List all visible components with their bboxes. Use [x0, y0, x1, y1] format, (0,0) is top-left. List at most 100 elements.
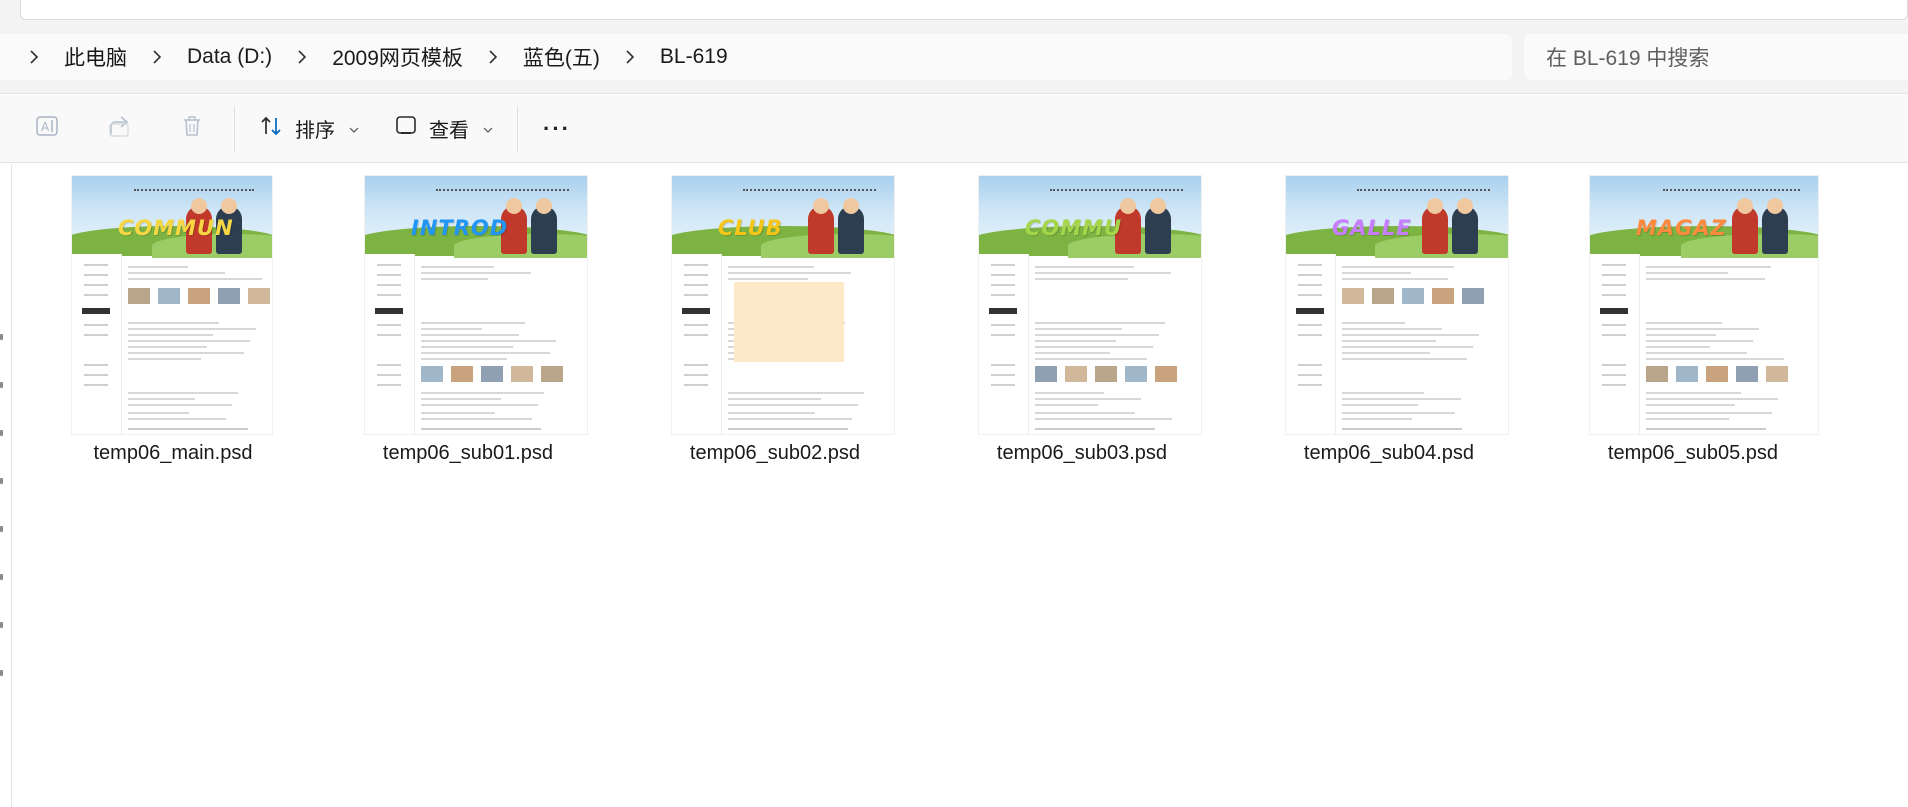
nav-expander-icon[interactable] [0, 478, 3, 484]
sort-label: 排序 [295, 120, 335, 142]
breadcrumb-item-this-pc[interactable]: 此电脑 [54, 42, 137, 72]
breadcrumb-item-current[interactable]: BL-619 [650, 45, 738, 69]
file-name-label: temp06_sub04.psd [1303, 442, 1475, 464]
active-tab-edge [20, 0, 1908, 20]
thumbnail-sidebar [672, 254, 722, 434]
thumbnail-people [1416, 198, 1486, 254]
command-bar: A 排序 查看 ··· [0, 95, 1908, 163]
breadcrumb-item-blue[interactable]: 蓝色(五) [513, 42, 610, 72]
share-icon [107, 114, 133, 143]
thumbnail-nav [1049, 189, 1183, 193]
thumbnail-content [421, 262, 577, 424]
nav-expander-icon[interactable] [0, 574, 3, 580]
chevron-right-icon[interactable] [473, 48, 513, 66]
address-bar[interactable]: 此电脑 Data (D:) 2009网页模板 蓝色(五) BL-619 [0, 34, 1512, 80]
file-thumbnail: GALLE [1286, 176, 1508, 434]
file-name-label: temp06_sub05.psd [1607, 442, 1779, 464]
thumbnail-people [1726, 198, 1796, 254]
chevron-right-icon[interactable] [610, 48, 650, 66]
thumbnail-banner-word: COMMU [1025, 216, 1123, 240]
sort-icon [259, 114, 285, 144]
breadcrumb: 此电脑 Data (D:) 2009网页模板 蓝色(五) BL-619 [14, 42, 738, 72]
file-name-label: temp06_sub01.psd [382, 442, 554, 464]
thumbnail-banner: INTROD [365, 176, 587, 258]
file-item[interactable]: MAGAZ temp06_sub05.psd [1540, 176, 1846, 476]
thumbnail-people [802, 198, 872, 254]
thumbnail-sidebar [1286, 254, 1336, 434]
thumbnail-banner: CLUB [672, 176, 894, 258]
chevron-down-icon [349, 117, 359, 140]
delete-button[interactable] [156, 105, 228, 153]
chevron-down-icon [483, 117, 493, 140]
thumbnail-sidebar [979, 254, 1029, 434]
file-item[interactable]: INTROD temp06_sub01.psd [315, 176, 621, 476]
thumbnail-banner-word: CLUB [718, 216, 783, 240]
nav-expander-icon[interactable] [0, 430, 3, 436]
search-input[interactable]: 在 BL-619 中搜索 [1524, 34, 1908, 80]
address-row: 此电脑 Data (D:) 2009网页模板 蓝色(五) BL-619 在 BL… [0, 22, 1908, 94]
more-options-button[interactable]: ··· [524, 105, 590, 153]
chevron-right-icon[interactable] [137, 48, 177, 66]
file-thumbnail: MAGAZ [1590, 176, 1818, 434]
file-name-label: temp06_sub03.psd [996, 442, 1168, 464]
thumbnail-footer [421, 428, 541, 430]
thumbnail-sidebar [1590, 254, 1640, 434]
breadcrumb-item-drive[interactable]: Data (D:) [177, 45, 282, 69]
file-name-label: temp06_main.psd [93, 442, 253, 464]
svg-text:A: A [41, 120, 50, 134]
file-grid: COMMUN temp06_main.psd INTROD temp06_sub01.… [12, 164, 1908, 807]
thumbnail-banner: COMMU [979, 176, 1201, 258]
thumbnail-banner: MAGAZ [1590, 176, 1818, 258]
thumbnail-sidebar [365, 254, 415, 434]
thumbnail-footer [128, 428, 248, 430]
thumbnail-footer [1646, 428, 1766, 430]
thumbnail-content [1646, 262, 1808, 424]
nav-expander-icon[interactable] [0, 622, 3, 628]
breadcrumb-item-templates[interactable]: 2009网页模板 [322, 42, 473, 72]
delete-icon [181, 114, 203, 143]
sort-button[interactable]: 排序 [241, 105, 377, 153]
file-item[interactable]: CLUB temp06_sub02.psd [622, 176, 928, 476]
nav-expander-icon[interactable] [0, 526, 3, 532]
file-item[interactable]: COMMU temp06_sub03.psd [929, 176, 1235, 476]
thumbnail-nav [742, 189, 876, 193]
file-thumbnail: COMMUN [72, 176, 272, 434]
thumbnail-banner: GALLE [1286, 176, 1508, 258]
thumbnail-banner-word: GALLE [1332, 216, 1412, 240]
thumbnail-banner-word: COMMUN [118, 216, 234, 240]
toolbar-divider [517, 105, 518, 152]
chevron-right-icon[interactable] [282, 48, 322, 66]
thumbnail-nav [1356, 189, 1490, 193]
share-button[interactable] [84, 105, 156, 153]
thumbnail-content [1035, 262, 1191, 424]
file-item[interactable]: COMMUN temp06_main.psd [20, 176, 326, 476]
file-thumbnail: INTROD [365, 176, 587, 434]
thumbnail-content [1342, 262, 1498, 424]
nav-expander-icon[interactable] [0, 382, 3, 388]
rename-icon: A [35, 114, 61, 143]
thumbnail-banner: COMMUN [72, 176, 272, 258]
thumbnail-footer [728, 428, 848, 430]
thumbnail-banner-word: MAGAZ [1636, 216, 1727, 240]
navigation-pane-edge[interactable] [0, 164, 12, 807]
tab-strip [0, 0, 1908, 22]
chevron-right-icon[interactable] [14, 48, 54, 66]
thumbnail-content [728, 262, 884, 424]
view-button[interactable]: 查看 [377, 105, 511, 153]
toolbar-divider [234, 105, 235, 152]
rename-button[interactable]: A [12, 105, 84, 153]
file-thumbnail: CLUB [672, 176, 894, 434]
thumbnail-banner-word: INTROD [411, 216, 509, 240]
view-label: 查看 [429, 120, 469, 142]
file-name-label: temp06_sub02.psd [689, 442, 861, 464]
nav-expander-icon[interactable] [0, 670, 3, 676]
thumbnail-content [128, 262, 270, 424]
thumbnail-footer [1035, 428, 1155, 430]
nav-expander-icon[interactable] [0, 334, 3, 340]
file-item[interactable]: GALLE temp06_sub04.psd [1236, 176, 1542, 476]
thumbnail-sidebar [72, 254, 122, 434]
thumbnail-nav [435, 189, 569, 193]
thumbnail-nav [134, 189, 254, 193]
file-thumbnail: COMMU [979, 176, 1201, 434]
thumbnail-nav [1663, 189, 1800, 193]
